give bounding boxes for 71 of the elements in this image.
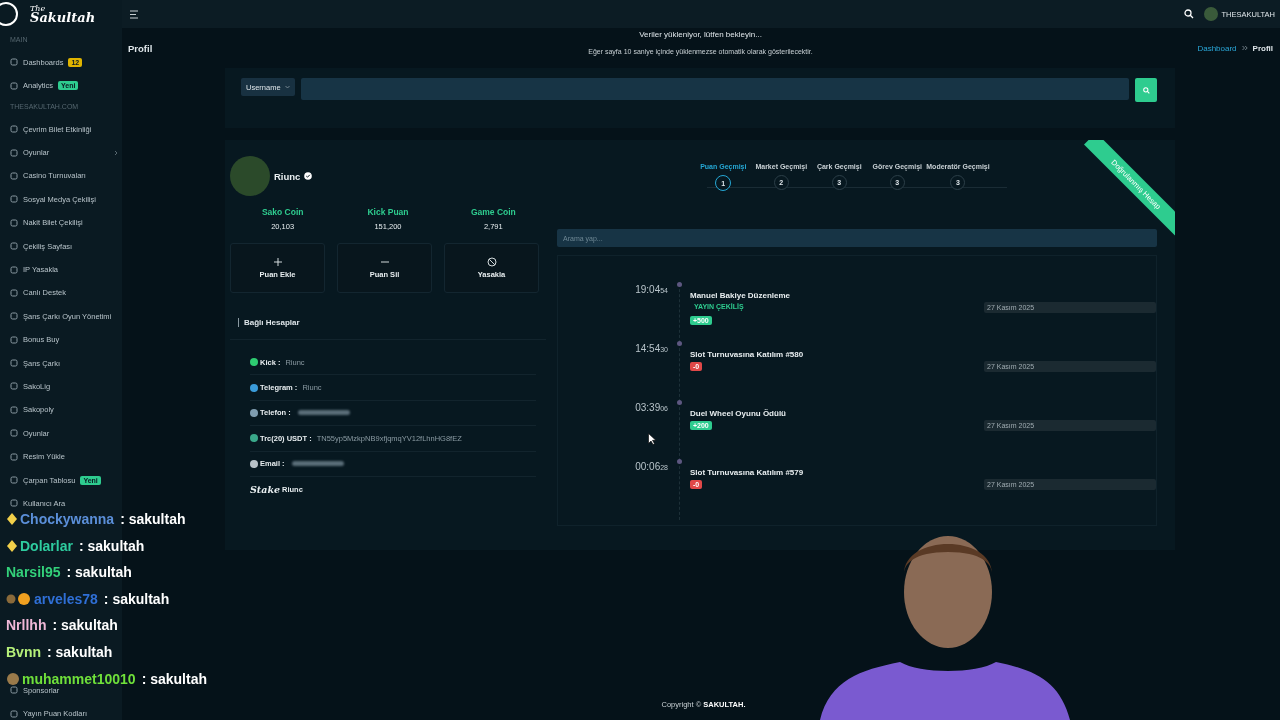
chevron-icon [114,149,118,156]
chat-username: Dolarlar [20,538,73,553]
chat-username: Nrllhh [6,618,47,633]
search-button[interactable] [1135,78,1157,102]
chat-username: Narsil95 [6,565,61,580]
search-icon[interactable] [1183,9,1194,19]
loading-message: Veriler yükleniyor, lütfen bekleyin... [639,29,762,39]
plus-icon [272,257,283,267]
chat-message: : sakultah [120,512,186,526]
section-title: Bağlı Hesaplar [244,318,300,327]
ban-icon [486,257,497,267]
blurred-value [291,461,344,467]
entry-title: Slot Turnuvasına Katılım #580 [690,350,804,359]
square-icon [10,195,18,204]
square-icon [10,125,18,134]
square-icon [10,242,18,251]
stat-label: Sako Coin [261,207,304,217]
square-icon [10,359,18,368]
square-icon [10,476,18,485]
blurred-value [297,410,350,416]
timeline-dot [676,282,682,287]
square-icon [10,335,18,344]
profile-name: Riunc [274,170,301,182]
square-icon [10,148,18,157]
logo-small-text: The [30,4,46,13]
timeline-dot [676,341,682,346]
square-icon [10,405,18,414]
chat-username: Chockywanna [20,512,115,526]
timeline-dot [676,459,682,464]
chat-message: : sakultah [78,538,145,553]
avatar-placeholder [230,156,270,196]
chat-username: muhammet10010 [22,671,136,686]
square-icon [10,312,18,321]
logo-text: Sakultah [30,10,96,24]
square-icon [10,429,18,438]
square-icon [10,81,18,90]
square-icon [10,58,18,67]
search-icon [1142,86,1150,94]
chat-username: Bvnn [6,644,41,659]
breadcrumb-current: Profil [1252,43,1273,53]
square-icon [10,171,18,180]
breadcrumb-link[interactable]: Dashboard [1197,43,1237,53]
user-avatar[interactable] [1203,7,1218,21]
menu-icon[interactable] [129,9,139,19]
chat-message: : sakultah [52,618,118,633]
chat-message: : sakultah [66,565,132,580]
square-icon [10,382,18,391]
stake-logo: Stake [250,483,281,495]
square-icon [10,218,18,227]
logo-ring [0,2,18,26]
timeline-dot [676,400,682,405]
cursor-icon [648,433,656,445]
stat-label: Kick Puan [367,207,409,217]
entry-title: Slot Turnuvasına Katılım #579 [690,468,804,477]
square-icon [10,288,18,297]
square-icon [10,709,18,718]
square-icon [10,686,18,695]
double-chevron-icon [1241,45,1248,51]
square-icon [10,452,18,461]
square-icon [10,265,18,274]
entry-title: Duel Wheel Oyunu Ödülü [690,409,786,418]
chat-message: : sakultah [141,671,207,686]
stat-label: Game Coin [470,207,516,217]
square-icon [10,499,18,508]
chat-message: : sakultah [103,591,170,606]
entry-title: Manuel Bakiye Düzenleme [690,291,791,300]
search-field[interactable] [300,78,1129,100]
chat-username: arveles78 [34,591,98,606]
chevron-icon [284,85,290,89]
page-title: Profil [128,42,154,54]
chat-message: : sakultah [47,644,113,659]
